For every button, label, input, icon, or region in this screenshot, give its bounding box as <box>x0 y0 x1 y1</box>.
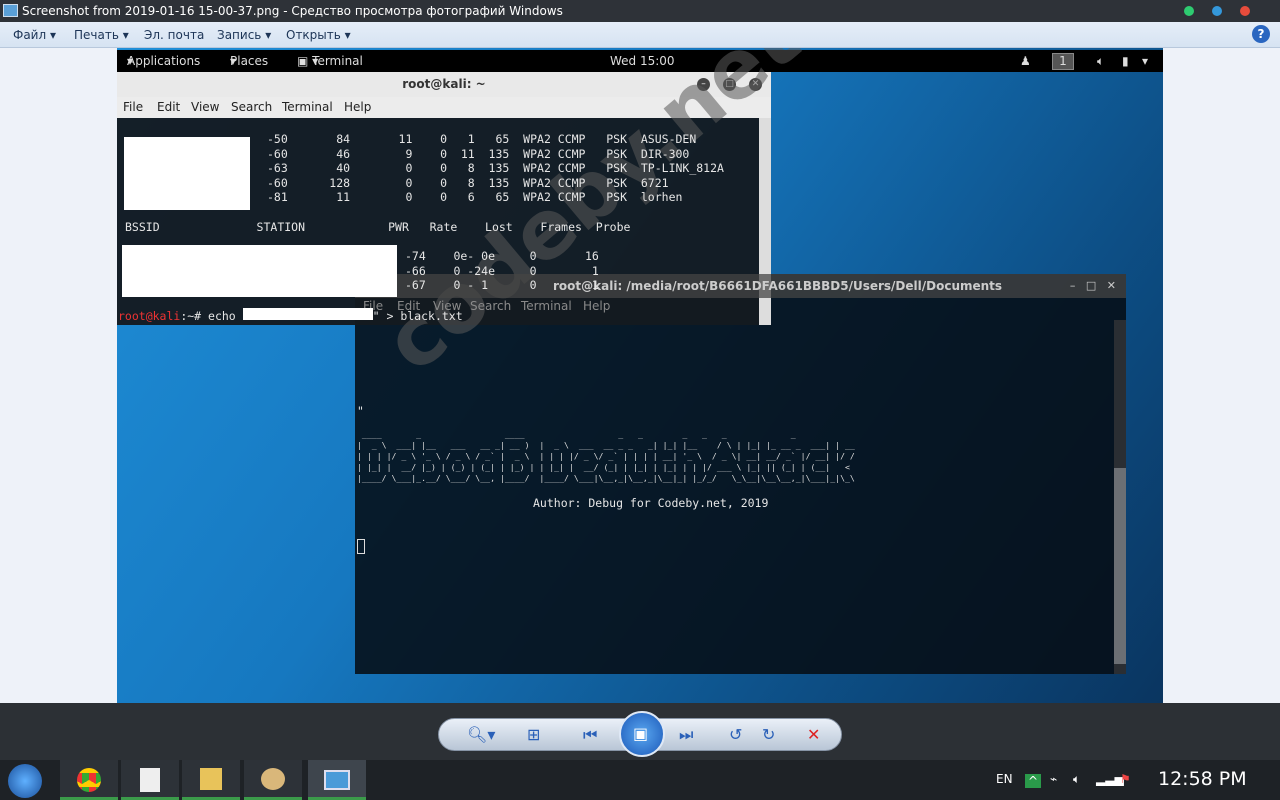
next-icon[interactable]: ⏭ <box>679 725 693 745</box>
station-row: -67 0 - 1 0 1 <box>405 278 599 293</box>
prompt-line: root@kali:~# echo " > black.txt <box>118 308 463 323</box>
image-canvas: Applications ▾ Places ▾ ▣ Terminal ▾ Wed… <box>117 48 1163 703</box>
terminal-menu[interactable]: ▣ Terminal ▾ <box>297 50 363 72</box>
t2-menu-help[interactable]: Help <box>583 299 610 313</box>
t2-menu-search[interactable]: Search <box>470 299 511 313</box>
terminal-window-2[interactable]: root@kali: /media/root/B6661DFA661BBBD5/… <box>355 274 1126 674</box>
show-hidden-icons[interactable]: ^ <box>1025 774 1042 788</box>
minimize-button[interactable] <box>1184 6 1194 16</box>
station-table: -74 0e- 0e 0 16 -66 0 -24e 0 1 -67 0 - 1 0… <box>405 249 599 293</box>
t1-menu-terminal[interactable]: Terminal <box>282 100 333 114</box>
users-icon: ♟ <box>1020 54 1031 68</box>
taskbar-clock[interactable]: 12:58 PM <box>1158 768 1247 790</box>
terminal2-scrollbar[interactable] <box>1114 320 1126 674</box>
menu-open[interactable]: Открыть ▾ <box>286 28 351 42</box>
control-pill: 🔍︎▾ ⊞ ⏮ ▣ ⏭ ↺ ↻ ✕ <box>438 711 842 757</box>
paint-taskbar-icon[interactable] <box>244 760 302 800</box>
previous-icon[interactable]: ⏮ <box>583 725 597 745</box>
terminal2-window-controls[interactable]: – □ ✕ <box>1070 279 1116 292</box>
slideshow-button[interactable]: ▣ <box>619 711 665 757</box>
menu-print[interactable]: Печать ▾ <box>74 28 129 42</box>
terminal1-menubar: File Edit View Search Terminal Help <box>117 97 771 118</box>
menu-burn[interactable]: Запись ▾ <box>217 28 271 42</box>
start-button[interactable] <box>8 764 42 798</box>
fit-window-icon[interactable]: ⊞ <box>527 725 540 744</box>
ascii-line: |____/ \___|_.__/ \___/ \__, |____/ |___… <box>357 473 855 483</box>
zoom-icon[interactable]: 🔍︎▾ <box>467 725 495 744</box>
ascii-line: ____ _ ____ _ _ _ _ _ _ <box>357 429 816 439</box>
ascii-line: | | | |/ _ \ '_ \ / _ \ / _` | _ \ | | |… <box>357 451 855 461</box>
t1-menu-view[interactable]: View <box>191 100 219 114</box>
explorer-taskbar-icon[interactable] <box>182 760 240 800</box>
clock[interactable]: Wed 15:00 <box>610 50 675 72</box>
help-icon[interactable]: ? <box>1252 25 1270 43</box>
window-title: Screenshot from 2019-01-16 15-00-37.png … <box>22 4 563 18</box>
action-center-icon[interactable]: ⚑ <box>1120 772 1131 786</box>
menu-email[interactable]: Эл. почта <box>144 28 204 42</box>
t2-menu-terminal[interactable]: Terminal <box>521 299 572 313</box>
taskbar <box>0 760 1280 800</box>
ascii-line: | _ \ ___| |__ ___ __ _| __ ) | _ \ ___ … <box>357 440 855 450</box>
station-header: BSSID STATION PWR Rate Lost Frames Probe <box>125 220 631 234</box>
places-menu[interactable]: Places ▾ <box>230 50 268 72</box>
close-button[interactable] <box>1240 6 1250 16</box>
ap-row: -60 128 0 0 8 135 WPA2 CCMP PSK 6721 <box>267 175 669 190</box>
ap-row: -50 84 11 0 1 65 WPA2 CCMP PSK ASUS-DEN <box>267 132 697 146</box>
terminal1-close[interactable]: ✕ <box>749 78 762 91</box>
ascii-line: | |_| | __/ |_) | (_) | (_| | |_) | | |_… <box>357 462 855 472</box>
terminal1-minimize[interactable]: – <box>697 78 710 91</box>
maximize-button[interactable] <box>1212 6 1222 16</box>
t1-menu-search[interactable]: Search <box>231 100 272 114</box>
photo-viewer-taskbar-icon[interactable] <box>308 760 366 800</box>
t1-menu-edit[interactable]: Edit <box>157 100 180 114</box>
t1-menu-file[interactable]: File <box>123 100 143 114</box>
terminal1-maximize[interactable]: □ <box>723 78 736 91</box>
language-indicator[interactable]: EN <box>996 772 1013 786</box>
window-titlebar: Screenshot from 2019-01-16 15-00-37.png … <box>0 0 1280 22</box>
battery-icon: ▮ <box>1122 54 1129 68</box>
station-row: -74 0e- 0e 0 16 <box>405 249 599 263</box>
volume-tray-icon[interactable]: 🔈︎ <box>1073 772 1080 787</box>
quote-line: " <box>357 404 364 418</box>
delete-icon[interactable]: ✕ <box>807 725 820 744</box>
notepad-taskbar-icon[interactable] <box>121 760 179 800</box>
applications-menu[interactable]: Applications ▾ <box>127 50 200 72</box>
redacted-block <box>122 245 397 297</box>
volume-icon: 🔈︎ <box>1097 54 1105 68</box>
ap-row: -81 11 0 0 6 65 WPA2 CCMP PSK lorhen <box>267 190 683 205</box>
station-row: -66 0 -24e 0 1 <box>405 263 599 278</box>
kali-top-bar: Applications ▾ Places ▾ ▣ Terminal ▾ Wed… <box>117 50 1163 72</box>
t1-menu-help[interactable]: Help <box>344 100 371 114</box>
ap-row: -60 46 9 0 11 135 WPA2 CCMP PSK DIR-300 <box>267 146 690 161</box>
power-icon[interactable]: ⌁ <box>1050 772 1057 786</box>
chrome-taskbar-icon[interactable] <box>60 760 118 800</box>
photo-viewer-icon <box>3 4 18 17</box>
text-cursor <box>357 539 365 554</box>
viewer-controls: 🔍︎▾ ⊞ ⏮ ▣ ⏭ ↺ ↻ ✕ <box>0 703 1280 760</box>
rotate-right-icon[interactable]: ↻ <box>762 725 775 744</box>
workspace-indicator[interactable]: 1 <box>1052 53 1074 70</box>
rotate-left-icon[interactable]: ↺ <box>729 725 742 744</box>
author-line: Author: Debug for Codeby.net, 2019 <box>533 496 769 510</box>
system-menu-arrow[interactable]: ▾ <box>1142 50 1148 72</box>
menu-file[interactable]: Файл ▾ <box>13 28 56 42</box>
menubar: Файл ▾ Печать ▾ Эл. почта Запись ▾ Откры… <box>0 22 1280 48</box>
ap-row: -63 40 0 0 8 135 WPA2 CCMP PSK TP-LINK_8… <box>267 161 724 176</box>
terminal2-menubar: File Edit View Search Terminal Help <box>355 298 1126 320</box>
terminal1-title: root@kali: ~ <box>117 72 771 97</box>
ap-table: -50 84 11 0 1 65 WPA2 CCMP PSK ASUS-DEN -… <box>267 132 724 205</box>
ascii-banner: ____ _ ____ _ _ _ _ _ _ | _ \ ___| |__ _… <box>357 429 855 484</box>
redacted-block <box>124 137 250 210</box>
